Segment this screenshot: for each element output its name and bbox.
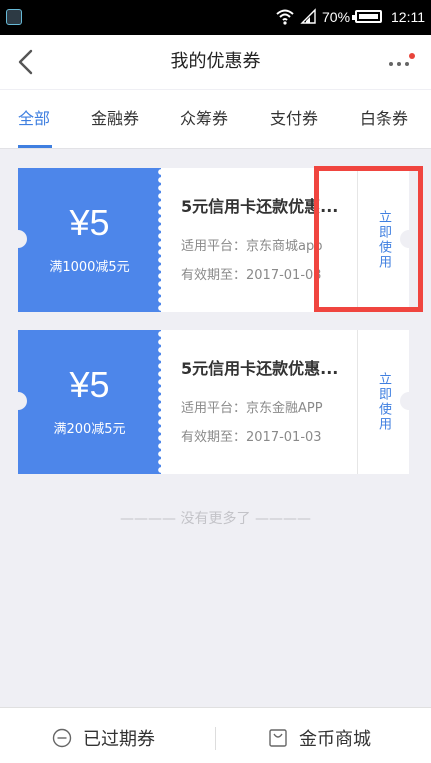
use-now-label: 立即使用 — [376, 210, 391, 270]
shopping-bag-icon — [269, 729, 287, 747]
coupon-condition: 满1000减5元 — [49, 260, 130, 275]
battery-percentage: 70% — [322, 9, 351, 25]
coupon-amount: ¥5 — [69, 202, 110, 243]
use-now-button[interactable]: 立即使用 — [358, 168, 409, 312]
coupon-card: ¥5 满1000减5元 5元信用卡还款优惠... 适用平台：京东商城app 有效… — [9, 168, 418, 312]
coupon-notch — [9, 392, 27, 410]
coupon-title: 5元信用卡还款优惠... — [181, 197, 339, 216]
more-options-icon[interactable] — [384, 50, 418, 74]
coupon-platform: 适用平台：京东金融APP — [181, 401, 323, 416]
bottom-divider — [215, 727, 216, 750]
coupon-tabs: 全部 金融券 众筹券 支付券 白条券 — [0, 90, 431, 149]
coupon-condition: 满200减5元 — [53, 422, 126, 437]
signal-icon — [300, 8, 316, 24]
wifi-icon — [276, 9, 294, 25]
back-arrow-icon[interactable] — [14, 48, 38, 76]
expired-coupons-button[interactable]: 已过期券 — [52, 708, 182, 763]
expired-coupons-label: 已过期券 — [83, 729, 155, 750]
tab-finance-coupons[interactable]: 金融券 — [91, 90, 139, 148]
coupon-card: ¥5 满200减5元 5元信用卡还款优惠... 适用平台：京东金融APP 有效期… — [9, 330, 418, 474]
use-now-button[interactable]: 立即使用 — [358, 330, 409, 474]
coupon-expiry: 有效期至：2017-01-03 — [181, 268, 322, 283]
notification-dot — [409, 53, 415, 59]
bottom-bar: 已过期券 金币商城 — [0, 707, 431, 763]
serrated-edge — [157, 330, 165, 474]
page-title: 我的优惠券 — [170, 51, 261, 72]
coupon-platform: 适用平台：京东商城app — [181, 239, 323, 254]
coupon-value-panel: ¥5 满1000减5元 — [18, 168, 165, 312]
coupon-expiry: 有效期至：2017-01-03 — [181, 430, 322, 445]
status-bar: 70% 12:11 — [0, 0, 431, 35]
coin-mall-button[interactable]: 金币商城 — [268, 708, 398, 763]
clock: 12:11 — [391, 9, 425, 25]
coupon-title: 5元信用卡还款优惠... — [181, 359, 339, 378]
coupon-notch — [9, 230, 27, 248]
tab-all[interactable]: 全部 — [18, 90, 50, 148]
battery-icon — [352, 10, 382, 23]
tab-payment-coupons[interactable]: 支付券 — [270, 90, 318, 148]
app-notification-icon — [6, 9, 22, 25]
tab-crowdfunding-coupons[interactable]: 众筹券 — [180, 90, 228, 148]
tab-baitiao-coupons[interactable]: 白条券 — [360, 90, 408, 148]
minus-circle-icon — [52, 728, 72, 748]
coin-mall-label: 金币商城 — [299, 729, 371, 750]
navigation-bar: 我的优惠券 — [0, 35, 431, 89]
list-end-text: ———— 没有更多了 ———— — [120, 511, 311, 527]
coupon-amount: ¥5 — [69, 364, 110, 405]
serrated-edge — [157, 168, 165, 312]
active-tab-indicator — [18, 145, 52, 148]
use-now-label: 立即使用 — [376, 372, 391, 432]
coupon-value-panel: ¥5 满200减5元 — [18, 330, 165, 474]
